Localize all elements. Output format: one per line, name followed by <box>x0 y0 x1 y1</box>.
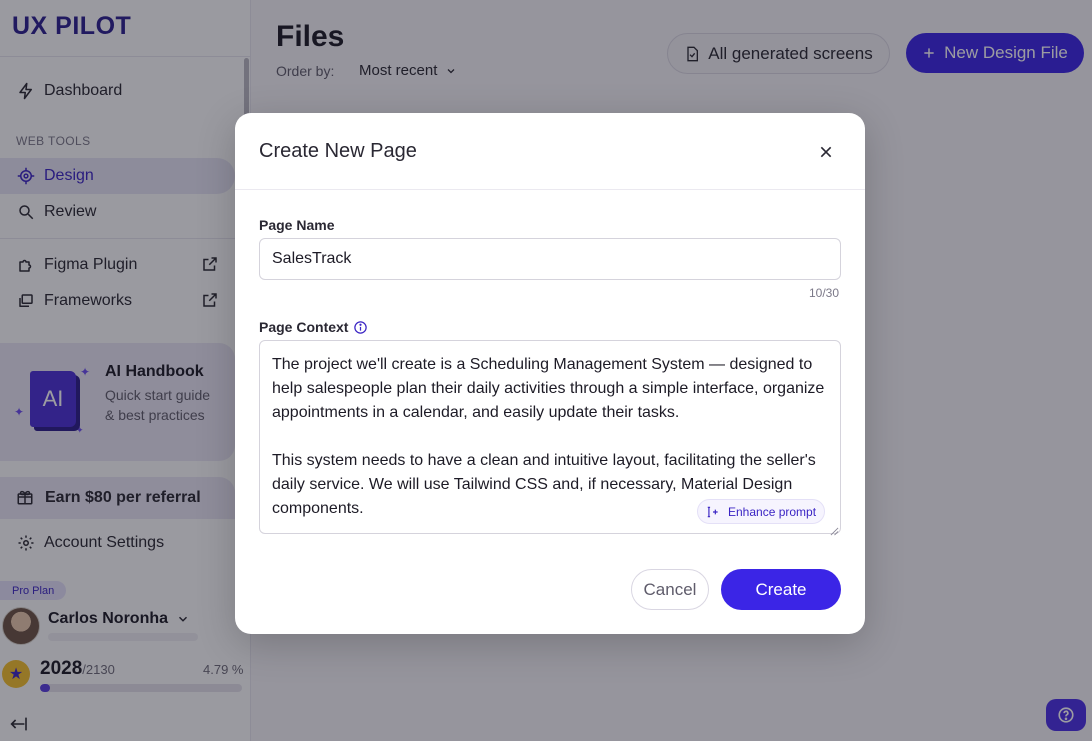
divider <box>235 189 865 190</box>
dialog-title: Create New Page <box>259 140 417 162</box>
page-context-label: Page Context <box>259 319 349 335</box>
enhance-prompt-label: Enhance prompt <box>728 504 817 519</box>
character-counter: 10/30 <box>809 286 840 300</box>
cancel-button[interactable]: Cancel <box>631 569 709 610</box>
info-icon[interactable] <box>353 320 368 335</box>
resize-handle-icon[interactable] <box>830 523 839 536</box>
create-page-dialog: Create New Page Page Name 10/30 Page Con… <box>235 113 865 634</box>
page-context-label-row: Page Context <box>259 319 368 335</box>
close-icon[interactable] <box>816 142 836 162</box>
page-name-label: Page Name <box>259 217 335 233</box>
create-button[interactable]: Create <box>721 569 841 610</box>
enhance-prompt-button[interactable]: Enhance prompt <box>697 499 826 524</box>
page-name-input[interactable] <box>259 238 841 280</box>
magic-cursor-icon <box>706 505 720 519</box>
